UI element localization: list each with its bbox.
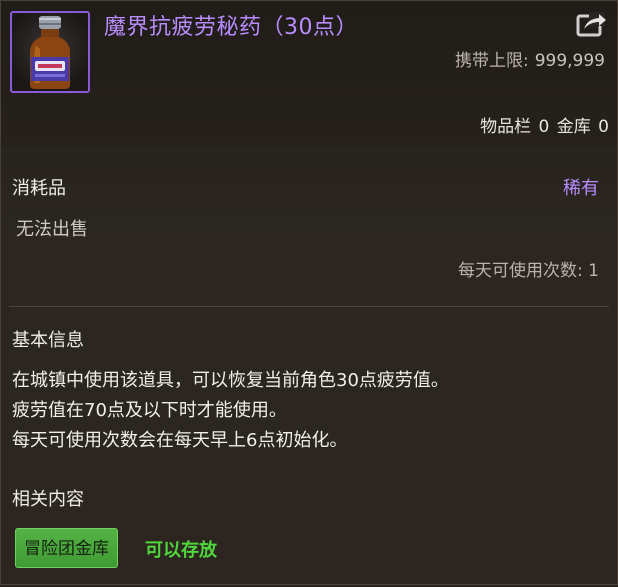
description-line: 疲劳值在70点及以下时才能使用。 [12,400,287,421]
item-rarity: 稀有 [563,178,599,199]
sell-status: 无法出售 [16,219,88,240]
daily-uses: 每天可使用次数: 1 [458,256,599,281]
inventory-count: 0 [538,117,550,137]
basic-info-title: 基本信息 [12,330,84,351]
item-description: 在城镇中使用该道具，可以恢复当前角色30点疲劳值。 疲劳值在70点及以下时才能使… [12,366,449,456]
carry-limit: 携带上限: 999,999 [455,46,605,71]
item-tooltip: 魔界抗疲劳秘药（30点） 携带上限: 999,999 物品栏 0 金库 0 消耗品… [0,0,618,585]
related-title: 相关内容 [12,489,84,510]
inventory-label: 物品栏 [480,117,532,137]
daily-uses-label: 每天可使用次数: [458,261,583,281]
properties-section: 消耗品 稀有 无法出售 每天可使用次数: 1 [1,146,617,306]
tooltip-header: 魔界抗疲劳秘药（30点） 携带上限: 999,999 物品栏 0 金库 0 [1,1,617,146]
info-section: 基本信息 在城镇中使用该道具，可以恢复当前角色30点疲劳值。 疲劳值在70点及以… [1,307,617,587]
storage-status: 可以存放 [145,540,217,561]
vault-label: 金库 [556,117,591,137]
description-line: 每天可使用次数会在每天早上6点初始化。 [12,430,348,451]
description-line: 在城镇中使用该道具，可以恢复当前角色30点疲劳值。 [12,370,449,391]
potion-bottle-icon [10,11,90,93]
adventure-vault-tag[interactable]: 冒险团金库 [15,528,118,568]
item-category: 消耗品 [12,178,66,199]
daily-uses-value: 1 [588,261,599,281]
carry-limit-value: 999,999 [534,51,605,71]
storage-counts: 物品栏 0 金库 0 [478,112,609,137]
carry-limit-label: 携带上限: [454,51,529,71]
vault-count: 0 [598,117,609,137]
share-icon[interactable] [575,10,607,38]
item-name: 魔界抗疲劳秘药（30点） [104,15,358,40]
